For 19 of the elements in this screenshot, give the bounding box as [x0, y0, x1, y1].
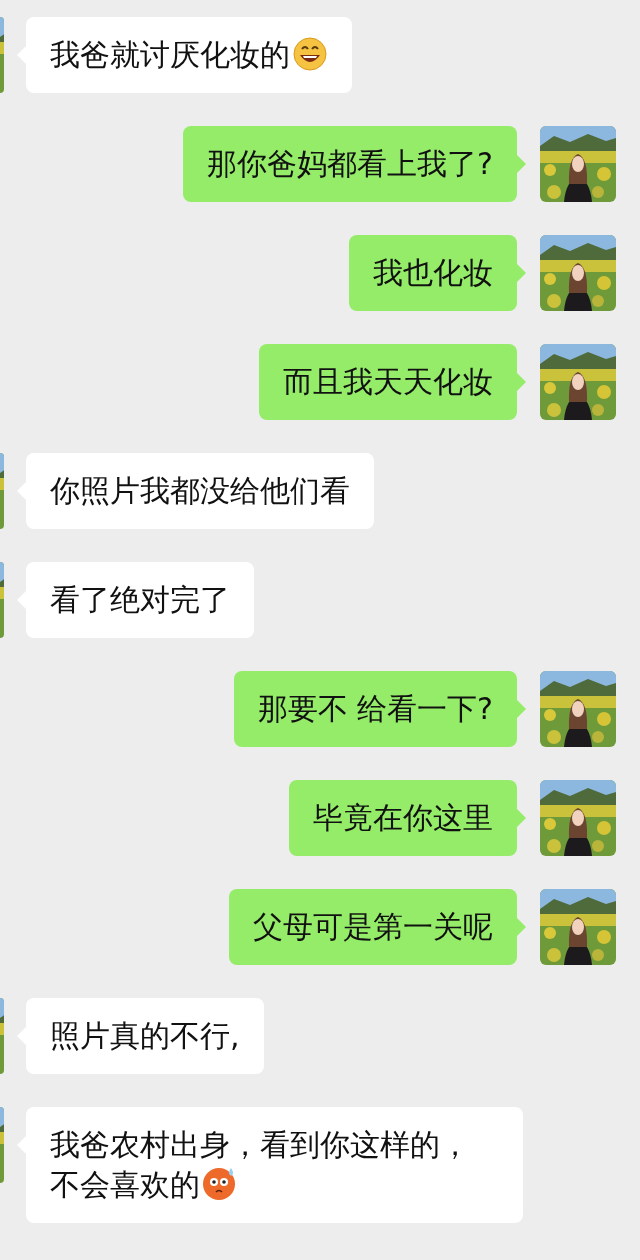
laughing-face-icon: [292, 35, 328, 71]
message-bubble: 我爸农村出身，看到你这样的，不会喜欢的: [26, 1107, 523, 1223]
message-bubble: 而且我天天化妆: [259, 344, 517, 420]
message-bubble: 你照片我都没给他们看: [26, 453, 374, 529]
bubble-tail: [517, 264, 526, 282]
message-bubble: 我爸就讨厌化妆的: [26, 17, 352, 93]
worried-face-icon: [202, 1165, 238, 1201]
bubble-tail: [517, 373, 526, 391]
message-bubble: 父母可是第一关呢: [229, 889, 517, 965]
bubble-tail: [517, 918, 526, 936]
bubble-tail: [517, 809, 526, 827]
bubble-tail: [517, 155, 526, 173]
message-bubble: 那要不 给看一下?: [233, 671, 517, 747]
message-bubble: 照片真的不行,: [26, 998, 264, 1074]
bubble-tail: [517, 700, 526, 718]
message-bubble: 看了绝对完了: [26, 562, 254, 638]
message-bubble: 毕竟在你这里: [289, 780, 517, 856]
message-bubble: 我也化妆: [349, 235, 517, 311]
message-bubble: 那你爸妈都看上我了?: [183, 126, 517, 202]
